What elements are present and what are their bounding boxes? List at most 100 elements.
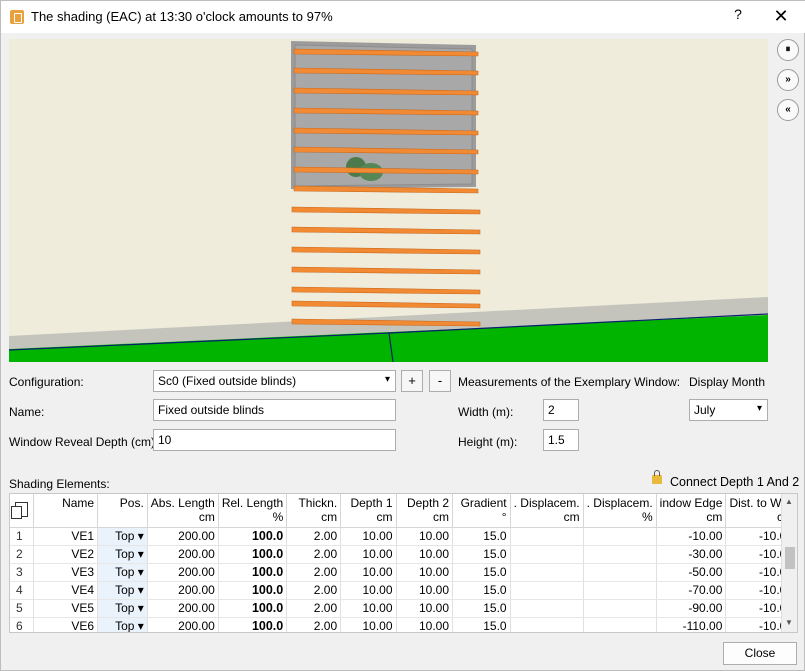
- table-cell[interactable]: 200.00: [147, 545, 219, 564]
- table-cell[interactable]: 15.0: [452, 599, 511, 618]
- column-header[interactable]: Gradient °: [452, 494, 511, 528]
- position-select[interactable]: Top ▾: [97, 563, 148, 582]
- table-cell[interactable]: 200.00: [147, 617, 219, 632]
- copy-column-header[interactable]: [10, 494, 35, 528]
- column-header[interactable]: Depth 1 cm: [340, 494, 397, 528]
- grid-scrollbar[interactable]: ▲ ▼: [781, 494, 797, 632]
- table-cell[interactable]: VE4: [33, 581, 99, 600]
- column-header[interactable]: . Displacem. cm: [510, 494, 584, 528]
- scroll-up-icon[interactable]: ▲: [785, 497, 793, 506]
- table-cell[interactable]: 2.00: [286, 545, 342, 564]
- table-cell[interactable]: 100.0: [218, 599, 288, 618]
- table-cell[interactable]: 15.0: [452, 581, 511, 600]
- column-header[interactable]: indow Edge cm: [656, 494, 727, 528]
- table-cell[interactable]: 15.0: [452, 527, 511, 546]
- table-cell[interactable]: -10.00: [656, 527, 727, 546]
- scroll-thumb[interactable]: [785, 547, 795, 569]
- table-cell[interactable]: 10.00: [340, 581, 397, 600]
- position-select[interactable]: Top ▾: [97, 545, 148, 564]
- table-cell[interactable]: -70.00: [656, 581, 727, 600]
- column-header[interactable]: Name: [33, 494, 99, 528]
- table-cell[interactable]: -90.00: [656, 599, 727, 618]
- table-row[interactable]: 5 VE5 Top ▾ 200.00 100.0 2.00 10.00 10.00 15.0 -9…: [10, 599, 797, 618]
- shading-preview-3d[interactable]: [9, 39, 768, 362]
- table-cell[interactable]: 10.00: [340, 527, 397, 546]
- table-cell[interactable]: 15.0: [452, 545, 511, 564]
- column-header[interactable]: Rel. Length%: [218, 494, 288, 528]
- add-configuration-button[interactable]: +: [401, 370, 423, 392]
- table-cell[interactable]: 10.00: [340, 563, 397, 582]
- table-cell[interactable]: 2.00: [286, 581, 342, 600]
- table-cell[interactable]: 200.00: [147, 581, 219, 600]
- table-cell[interactable]: 10.00: [396, 563, 453, 582]
- table-cell[interactable]: [583, 563, 657, 582]
- table-cell[interactable]: [583, 545, 657, 564]
- table-cell[interactable]: 10.00: [396, 581, 453, 600]
- table-row[interactable]: 6 VE6 Top ▾ 200.00 100.0 2.00 10.00 10.00 15.0 -1…: [10, 617, 797, 632]
- table-cell[interactable]: VE1: [33, 527, 99, 546]
- table-cell[interactable]: 100.0: [218, 527, 288, 546]
- table-cell[interactable]: VE5: [33, 599, 99, 618]
- connect-depth-toggle[interactable]: Connect Depth 1 And 2: [670, 475, 805, 489]
- table-row[interactable]: 3 VE3 Top ▾ 200.00 100.0 2.00 10.00 10.00 15.0 -5…: [10, 563, 797, 582]
- remove-configuration-button[interactable]: -: [429, 370, 451, 392]
- fast-forward-icon[interactable]: »: [777, 69, 799, 91]
- table-row[interactable]: 2 VE2 Top ▾ 200.00 100.0 2.00 10.00 10.00 15.0 -3…: [10, 545, 797, 564]
- table-cell[interactable]: [510, 599, 584, 618]
- configuration-select[interactable]: Sc0 (Fixed outside blinds): [153, 370, 396, 392]
- table-row[interactable]: 1 VE1 Top ▾ 200.00 100.0 2.00 10.00 10.00 15.0 -1…: [10, 527, 797, 546]
- column-header[interactable]: Pos.: [97, 494, 148, 528]
- table-cell[interactable]: 100.0: [218, 581, 288, 600]
- table-cell[interactable]: [583, 599, 657, 618]
- table-cell[interactable]: [510, 617, 584, 632]
- reveal-depth-input[interactable]: 10: [153, 429, 396, 451]
- position-select[interactable]: Top ▾: [97, 527, 148, 546]
- lock-icon[interactable]: [652, 470, 662, 484]
- table-cell[interactable]: 15.0: [452, 617, 511, 632]
- pause-icon[interactable]: ⏸: [777, 39, 799, 61]
- help-button[interactable]: ?: [729, 6, 747, 26]
- table-cell[interactable]: 100.0: [218, 617, 288, 632]
- table-cell[interactable]: 15.0: [452, 563, 511, 582]
- table-cell[interactable]: 10.00: [340, 599, 397, 618]
- column-header[interactable]: . Displacem.%: [583, 494, 657, 528]
- position-select[interactable]: Top ▾: [97, 617, 148, 632]
- table-cell[interactable]: 200.00: [147, 599, 219, 618]
- table-cell[interactable]: -30.00: [656, 545, 727, 564]
- table-cell[interactable]: [583, 527, 657, 546]
- table-cell[interactable]: 2.00: [286, 527, 342, 546]
- column-header[interactable]: Depth 2 cm: [396, 494, 453, 528]
- name-input[interactable]: Fixed outside blinds: [153, 399, 396, 421]
- position-select[interactable]: Top ▾: [97, 599, 148, 618]
- position-select[interactable]: Top ▾: [97, 581, 148, 600]
- table-cell[interactable]: [510, 527, 584, 546]
- width-input[interactable]: 2: [543, 399, 579, 421]
- table-cell[interactable]: -50.00: [656, 563, 727, 582]
- table-cell[interactable]: 100.0: [218, 563, 288, 582]
- table-cell[interactable]: 2.00: [286, 599, 342, 618]
- table-cell[interactable]: VE6: [33, 617, 99, 632]
- close-button[interactable]: Close: [723, 642, 797, 665]
- table-cell[interactable]: 10.00: [340, 545, 397, 564]
- table-cell[interactable]: [510, 581, 584, 600]
- table-cell[interactable]: 2.00: [286, 617, 342, 632]
- table-cell[interactable]: 200.00: [147, 563, 219, 582]
- close-window-button[interactable]: ✕: [769, 5, 793, 27]
- table-cell[interactable]: 10.00: [396, 599, 453, 618]
- table-cell[interactable]: VE3: [33, 563, 99, 582]
- table-cell[interactable]: 2.00: [286, 563, 342, 582]
- display-month-select[interactable]: July: [689, 399, 768, 421]
- table-cell[interactable]: 100.0: [218, 545, 288, 564]
- column-header[interactable]: Abs. Length cm: [147, 494, 219, 528]
- table-cell[interactable]: VE2: [33, 545, 99, 564]
- table-cell[interactable]: 200.00: [147, 527, 219, 546]
- table-cell[interactable]: [510, 545, 584, 564]
- column-header[interactable]: Thickn. cm: [286, 494, 342, 528]
- table-cell[interactable]: [583, 617, 657, 632]
- scroll-down-icon[interactable]: ▼: [785, 618, 793, 627]
- table-cell[interactable]: -110.00: [656, 617, 727, 632]
- table-cell[interactable]: 10.00: [396, 617, 453, 632]
- height-input[interactable]: 1.5: [543, 429, 579, 451]
- table-cell[interactable]: [510, 563, 584, 582]
- table-cell[interactable]: 10.00: [340, 617, 397, 632]
